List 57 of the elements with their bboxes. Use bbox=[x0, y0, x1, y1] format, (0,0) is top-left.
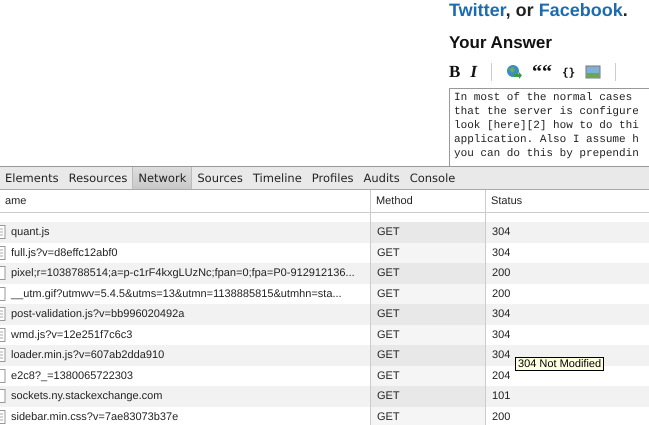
devtools-tab[interactable]: Profiles bbox=[306, 167, 359, 189]
status-cell: 200 bbox=[492, 288, 510, 300]
method-cell: GET bbox=[377, 308, 400, 320]
request-name[interactable]: wmd.js?v=12e251f7c6c3 bbox=[11, 328, 132, 341]
share-sentence: Twitter, or Facebook. bbox=[449, 0, 629, 22]
devtools-tab[interactable]: Resources bbox=[64, 167, 132, 189]
status-cell: 304 bbox=[492, 349, 510, 362]
image-icon[interactable] bbox=[585, 64, 602, 80]
file-icon bbox=[0, 389, 6, 404]
method-cell: GET bbox=[377, 246, 400, 259]
method-cell: GET bbox=[377, 390, 400, 402]
request-name[interactable]: post-validation.js?v=bb996020492a bbox=[11, 308, 184, 320]
devtools-tab[interactable]: Sources bbox=[192, 167, 248, 189]
request-name[interactable]: quant.js bbox=[11, 226, 50, 238]
share-link[interactable]: Facebook bbox=[538, 0, 623, 20]
script-file-icon bbox=[0, 225, 6, 240]
globe-icon[interactable] bbox=[506, 64, 522, 80]
request-name[interactable]: loader.min.js?v=607ab2dda910 bbox=[11, 349, 164, 362]
status-cell: 304 bbox=[492, 246, 510, 259]
column-header[interactable]: Method bbox=[370, 190, 485, 212]
request-name[interactable]: sidebar.min.css?v=7ae83073b37e bbox=[11, 410, 178, 423]
method-cell: GET bbox=[377, 328, 400, 341]
method-cell: GET bbox=[377, 410, 400, 423]
script-file-icon bbox=[0, 348, 6, 362]
devtools-tab[interactable]: Network bbox=[132, 167, 192, 189]
method-cell: GET bbox=[377, 226, 400, 238]
status-cell: 304 bbox=[492, 226, 510, 238]
status-cell: 200 bbox=[492, 410, 510, 423]
status-cell: 304 bbox=[492, 328, 510, 341]
status-cell: 101 bbox=[492, 390, 510, 402]
column-header[interactable]: Status bbox=[485, 190, 649, 212]
file-icon bbox=[0, 266, 6, 280]
answer-heading: Your Answer bbox=[449, 33, 553, 54]
status-cell: 304 bbox=[492, 308, 510, 320]
column-header[interactable]: ame bbox=[0, 190, 370, 212]
request-name[interactable]: full.js?v=d8effc12abf0 bbox=[11, 246, 118, 259]
method-cell: GET bbox=[377, 349, 400, 362]
request-name[interactable]: sockets.ny.stackexchange.com bbox=[11, 390, 162, 402]
devtools-tab[interactable]: Timeline bbox=[248, 167, 307, 189]
method-cell: GET bbox=[377, 288, 400, 300]
method-cell: GET bbox=[377, 370, 400, 382]
request-name[interactable]: pixel;r=1038788514;a=p-c1rF4kxgLUzNc;fpan=0;fpa=P0-912912136... bbox=[11, 267, 355, 280]
status-cell: 200 bbox=[492, 267, 510, 280]
code-button[interactable]: {} bbox=[562, 66, 576, 78]
method-cell: GET bbox=[377, 267, 400, 280]
request-name[interactable]: __utm.gif?utmwv=5.4.5&utms=13&utmn=1138885815&utmhn=sta... bbox=[11, 288, 342, 300]
request-name[interactable]: e2c8?_=1380065722303 bbox=[11, 370, 134, 382]
devtools-tab[interactable]: Elements bbox=[0, 167, 64, 189]
script-file-icon bbox=[0, 307, 6, 322]
italic-button[interactable]: I bbox=[470, 62, 477, 82]
status-cell: 204 bbox=[492, 370, 510, 382]
tooltip: 304 Not Modified bbox=[515, 357, 604, 371]
devtools-tab[interactable]: Audits bbox=[358, 167, 405, 189]
quote-button[interactable]: ““ bbox=[532, 64, 552, 80]
devtools-tab[interactable]: Console bbox=[404, 167, 460, 189]
share-link[interactable]: Twitter bbox=[449, 0, 506, 20]
bold-button[interactable]: B bbox=[449, 62, 460, 82]
